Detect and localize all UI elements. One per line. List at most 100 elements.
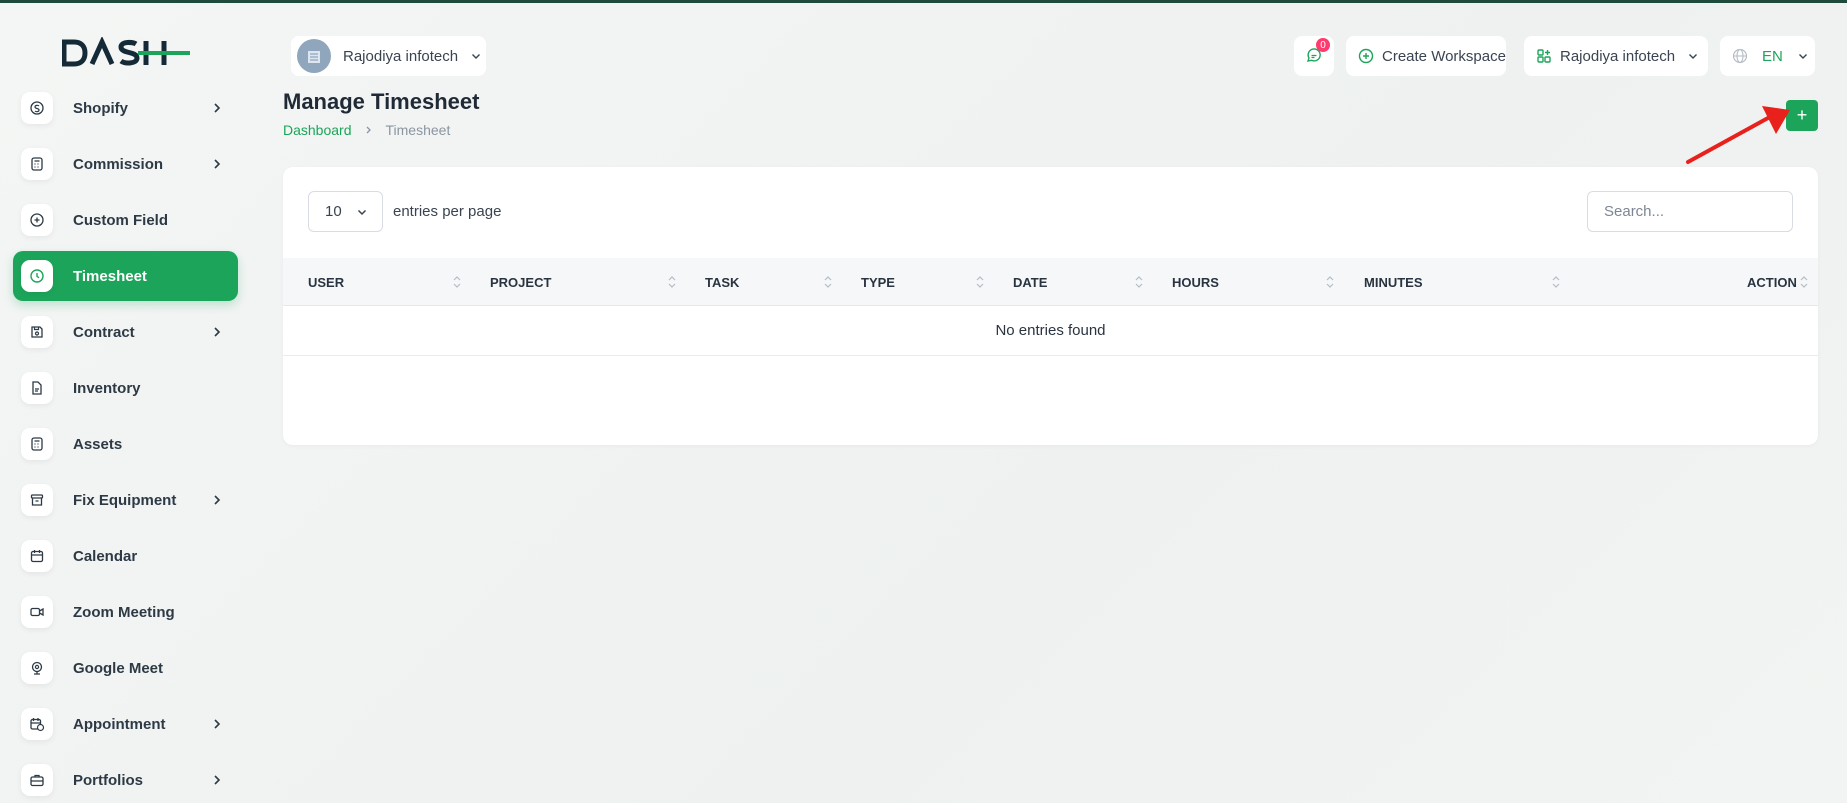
column-label: HOURS xyxy=(1172,274,1219,290)
chevron-down-icon xyxy=(1689,54,1698,59)
sort-icon xyxy=(1326,276,1334,288)
column-label: PROJECT xyxy=(490,274,552,290)
sidebar-item-custom-field[interactable]: Custom Field xyxy=(13,195,238,245)
chevron-right-icon xyxy=(214,495,221,505)
column-label: ACTION xyxy=(1747,274,1797,290)
calculator-icon xyxy=(21,428,53,460)
column-header-project[interactable]: PROJECT xyxy=(490,258,551,306)
column-header-task[interactable]: TASK xyxy=(705,258,739,306)
chevron-right-icon xyxy=(214,103,221,113)
sidebar-item-google-meet[interactable]: Google Meet xyxy=(13,643,238,693)
column-header-type[interactable]: TYPE xyxy=(861,258,895,306)
globe-icon xyxy=(1732,48,1748,64)
sort-icon xyxy=(824,276,832,288)
sidebar-item-label: Portfolios xyxy=(73,771,143,789)
sidebar-item-contract[interactable]: Contract xyxy=(13,307,238,357)
sidebar-item-inventory[interactable]: Inventory xyxy=(13,363,238,413)
notification-badge: 0 xyxy=(1316,38,1330,52)
chevron-right-icon xyxy=(214,719,221,729)
messages-button[interactable]: 0 xyxy=(1294,36,1334,76)
breadcrumb-dashboard-link[interactable]: Dashboard xyxy=(283,122,352,138)
chevron-right-icon xyxy=(214,159,221,169)
chevron-right-icon xyxy=(366,126,371,134)
chevron-right-icon xyxy=(214,775,221,785)
webcam-icon xyxy=(21,652,53,684)
file-icon xyxy=(21,372,53,404)
column-header-date[interactable]: DATE xyxy=(1013,258,1047,306)
chevron-down-icon xyxy=(1798,54,1807,59)
sidebar-item-label: Timesheet xyxy=(73,267,147,285)
sidebar-item-label: Google Meet xyxy=(73,659,164,677)
sort-icon xyxy=(1135,276,1143,288)
column-header-action[interactable]: ACTION xyxy=(1747,258,1797,306)
column-label: TASK xyxy=(705,274,740,290)
sort-icon xyxy=(668,276,676,288)
sidebar-item-label: Appointment xyxy=(73,715,166,733)
plus-circle-icon xyxy=(21,204,53,236)
sidebar-item-label: Contract xyxy=(73,323,135,341)
sidebar-item-shopify[interactable]: Shopify xyxy=(13,83,238,133)
video-icon xyxy=(21,596,53,628)
column-label: TYPE xyxy=(861,274,895,290)
chevron-down-icon xyxy=(472,54,481,59)
sidebar-item-label: Shopify xyxy=(73,99,128,117)
column-label: MINUTES xyxy=(1364,274,1423,290)
column-header-user[interactable]: USER xyxy=(308,258,344,306)
language-code: EN xyxy=(1762,47,1783,65)
sidebar-item-label: Custom Field xyxy=(73,211,169,229)
briefcase-icon xyxy=(21,764,53,796)
sidebar-item-label: Zoom Meeting xyxy=(73,603,175,621)
entries-per-page-select[interactable]: 10 xyxy=(308,191,383,232)
entries-per-page-label: entries per page xyxy=(393,203,502,220)
sort-icon xyxy=(1800,276,1808,288)
organization-name: Rajodiya infotech xyxy=(1560,47,1676,65)
chevron-down-icon xyxy=(357,209,367,216)
calculator-icon xyxy=(21,148,53,180)
calendar-icon xyxy=(21,540,53,572)
column-header-hours[interactable]: HOURS xyxy=(1172,258,1219,306)
sidebar-item-assets[interactable]: Assets xyxy=(13,419,238,469)
apps-icon xyxy=(1537,49,1551,63)
chevron-right-icon xyxy=(214,327,221,337)
column-label: USER xyxy=(308,274,345,290)
sidebar-item-zoom-meeting[interactable]: Zoom Meeting xyxy=(13,587,238,637)
create-workspace-label: Create Workspace xyxy=(1382,47,1506,65)
clock-icon xyxy=(21,260,53,292)
column-header-minutes[interactable]: MINUTES xyxy=(1364,258,1423,306)
top-accent-bar xyxy=(0,0,1847,3)
organization-selector[interactable]: Rajodiya infotech xyxy=(1524,36,1708,76)
page-title: Manage Timesheet xyxy=(283,89,480,114)
workspace-selector[interactable]: Rajodiya infotech xyxy=(291,36,486,76)
column-label: DATE xyxy=(1013,274,1048,290)
language-selector[interactable]: EN xyxy=(1720,36,1815,76)
table-empty-row: No entries found xyxy=(283,306,1818,356)
sort-icon xyxy=(976,276,984,288)
sidebar-item-timesheet[interactable]: Timesheet xyxy=(13,251,238,301)
timesheet-table-card: 10 entries per page USER PROJECT TASK TY… xyxy=(283,167,1818,445)
workspace-name: Rajodiya infotech xyxy=(343,47,459,65)
calendar-time-icon xyxy=(21,708,53,740)
table-header: USER PROJECT TASK TYPE DATE HOURS MINUTE… xyxy=(283,258,1818,306)
sidebar-item-label: Fix Equipment xyxy=(73,491,177,509)
sidebar: Shopify Commission Custom Field Timeshee… xyxy=(0,3,250,803)
dash-logo[interactable] xyxy=(61,35,192,69)
sidebar-item-appointment[interactable]: Appointment xyxy=(13,699,238,749)
sidebar-item-label: Inventory xyxy=(73,379,141,397)
sidebar-item-fix-equipment[interactable]: Fix Equipment xyxy=(13,475,238,525)
create-workspace-button[interactable]: Create Workspace xyxy=(1346,36,1506,76)
sort-icon xyxy=(1552,276,1560,288)
sort-icon xyxy=(453,276,461,288)
sidebar-item-calendar[interactable]: Calendar xyxy=(13,531,238,581)
sidebar-item-label: Commission xyxy=(73,155,164,173)
sidebar-item-portfolios[interactable]: Portfolios xyxy=(13,755,238,803)
entries-per-page-value: 10 xyxy=(325,203,342,220)
plus-circle-icon xyxy=(1358,48,1374,64)
sidebar-menu: Shopify Commission Custom Field Timeshee… xyxy=(13,83,238,803)
device-floppy-icon xyxy=(21,316,53,348)
sidebar-item-commission[interactable]: Commission xyxy=(13,139,238,189)
red-arrow-annotation xyxy=(1686,106,1790,164)
sidebar-item-label: Assets xyxy=(73,435,123,453)
breadcrumb: Dashboard Timesheet xyxy=(283,122,450,138)
search-input[interactable] xyxy=(1587,191,1793,232)
workspace-avatar xyxy=(297,39,331,73)
